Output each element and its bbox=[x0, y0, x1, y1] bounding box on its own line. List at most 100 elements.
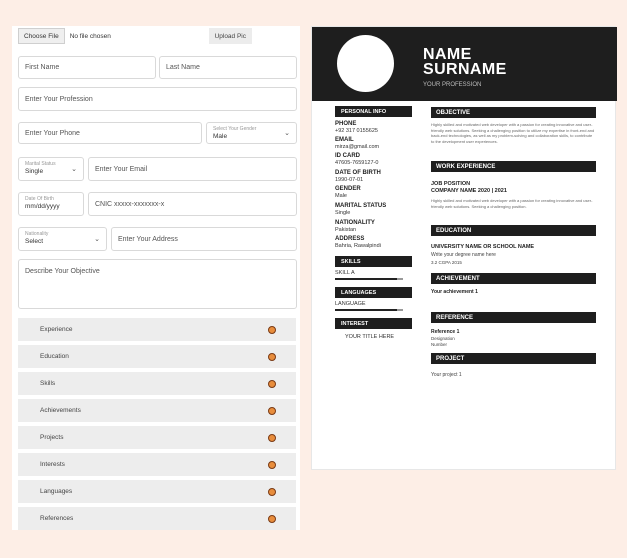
objective-heading: OBJECTIVE bbox=[431, 107, 596, 118]
university-name: UNIVERSITY NAME OR SCHOOL NAME bbox=[431, 244, 535, 250]
id-card-label: ID CARD bbox=[335, 153, 360, 159]
project-heading: PROJECT bbox=[431, 353, 596, 364]
nationality-caption: Nationality bbox=[25, 231, 49, 237]
radio-dot-icon bbox=[268, 352, 276, 361]
accordion-label: Skills bbox=[40, 380, 56, 387]
job-position: JOB POSITION bbox=[431, 181, 471, 187]
chevron-down-icon: ⌄ bbox=[71, 166, 77, 173]
dob-value: 1990-07-01 bbox=[335, 177, 364, 183]
marital-value: Single bbox=[25, 168, 44, 175]
email-value: mirza@gmail.com bbox=[335, 144, 380, 150]
radio-dot-icon bbox=[268, 325, 276, 334]
project-item: Your project 1 bbox=[431, 372, 462, 378]
work-experience-heading: WORK EXPERIENCE bbox=[431, 161, 596, 172]
language-item: LANGUAGE bbox=[335, 301, 366, 307]
nationality-label: NATIONALITY bbox=[335, 220, 375, 226]
accordion-education[interactable]: Education bbox=[18, 345, 296, 368]
radio-dot-icon bbox=[268, 406, 276, 415]
photo-upload-row: Choose File No file chosen Upload Pic bbox=[18, 28, 300, 44]
marital-value: Single bbox=[335, 210, 351, 216]
achievement-heading: ACHIEVEMENT bbox=[431, 273, 596, 284]
interest-item: YOUR TITLE HERE bbox=[345, 334, 395, 340]
profile-photo bbox=[337, 35, 394, 92]
file-status: No file chosen bbox=[69, 32, 111, 40]
upload-pic-button[interactable]: Upload Pic bbox=[208, 28, 252, 44]
nationality-value: Select bbox=[25, 238, 44, 245]
skill-bar bbox=[335, 278, 403, 280]
resume-header: NAME SURNAME YOUR PROFESSION bbox=[312, 27, 617, 101]
accordion-label: Languages bbox=[40, 488, 73, 495]
accordion-label: Projects bbox=[40, 434, 64, 441]
objective-text: Highly skilled and motivated web develop… bbox=[431, 122, 595, 144]
choose-file-button[interactable]: Choose File bbox=[18, 28, 65, 44]
cnic-input[interactable]: CNIC xxxxx-xxxxxxx-x bbox=[88, 192, 297, 216]
phone-label: PHONE bbox=[335, 121, 357, 127]
accordion-achievements[interactable]: Achievements bbox=[18, 399, 296, 422]
reference-designation: Designation bbox=[431, 336, 455, 341]
objective-textarea[interactable]: Describe Your Objective bbox=[18, 259, 297, 309]
resume-profession: YOUR PROFESSION bbox=[423, 82, 482, 88]
gender-select[interactable]: Select Your Gender Male ⌄ bbox=[206, 122, 297, 144]
languages-heading: LANGUAGES bbox=[335, 287, 412, 298]
accordion-label: Interests bbox=[40, 461, 65, 468]
company-name: COMPANY NAME 2020 | 2021 bbox=[431, 188, 507, 194]
accordion-label: Education bbox=[40, 353, 69, 360]
gender-label: GENDER bbox=[335, 186, 361, 192]
nationality-value: Pakistan bbox=[335, 227, 357, 233]
radio-dot-icon bbox=[268, 379, 276, 388]
accordion-label: Experience bbox=[40, 326, 73, 333]
chevron-down-icon: ⌄ bbox=[94, 236, 100, 243]
work-text: Highly skilled and motivated web develop… bbox=[431, 198, 593, 209]
accordion-skills[interactable]: Skills bbox=[18, 372, 296, 395]
name-line-1: NAME bbox=[423, 46, 472, 63]
skills-heading: SKILLS bbox=[335, 256, 412, 267]
radio-dot-icon bbox=[268, 433, 276, 442]
degree-name: Write your degree name here bbox=[431, 252, 496, 258]
accordion-interests[interactable]: Interests bbox=[18, 453, 296, 476]
dob-caption: Date Of Birth bbox=[25, 196, 54, 202]
cgpa: 3.2 CGPA 2015 bbox=[431, 260, 462, 265]
language-bar bbox=[335, 309, 403, 311]
dob-label: DATE OF BIRTH bbox=[335, 170, 381, 176]
name-line-2: SURNAME bbox=[423, 61, 507, 78]
phone-input[interactable]: Enter Your Phone bbox=[18, 122, 202, 144]
id-card-value: 47605-7659127-0 bbox=[335, 160, 379, 166]
resume-preview: NAME SURNAME YOUR PROFESSION PERSONAL IN… bbox=[311, 26, 617, 470]
interest-heading: INTEREST bbox=[335, 318, 412, 329]
radio-dot-icon bbox=[268, 514, 276, 523]
achievement-item: Your achievement 1 bbox=[431, 289, 478, 295]
marital-status-select[interactable]: Marital Status Single ⌄ bbox=[18, 157, 84, 181]
accordion-references[interactable]: References bbox=[18, 507, 296, 530]
marital-label: MARITAL STATUS bbox=[335, 203, 387, 209]
reference-name: Reference 1 bbox=[431, 329, 460, 335]
reference-heading: REFERENCE bbox=[431, 312, 596, 323]
skill-item: SKILL A bbox=[335, 270, 355, 276]
first-name-input[interactable]: First Name bbox=[18, 56, 156, 79]
phone-value: +92 317 0155625 bbox=[335, 128, 378, 134]
resume-form: Choose File No file chosen Upload Pic Fi… bbox=[12, 26, 300, 530]
nationality-select[interactable]: Nationality Select ⌄ bbox=[18, 227, 107, 251]
address-input[interactable]: Enter Your Address bbox=[111, 227, 297, 251]
gender-value: Male bbox=[213, 133, 228, 140]
marital-caption: Marital Status bbox=[25, 161, 56, 167]
radio-dot-icon bbox=[268, 487, 276, 496]
accordion-experience[interactable]: Experience bbox=[18, 318, 296, 341]
dob-input[interactable]: Date Of Birth mm/dd/yyyy bbox=[18, 192, 84, 216]
personal-info-heading: PERSONAL INFO bbox=[335, 106, 412, 117]
accordion-languages[interactable]: Languages bbox=[18, 480, 296, 503]
email-label: EMAIL bbox=[335, 137, 354, 143]
accordion-label: Achievements bbox=[40, 407, 81, 414]
gender-value: Male bbox=[335, 193, 347, 199]
email-input[interactable]: Enter Your Email bbox=[88, 157, 297, 181]
last-name-input[interactable]: Last Name bbox=[159, 56, 297, 79]
address-label: ADDRESS bbox=[335, 236, 365, 242]
radio-dot-icon bbox=[268, 460, 276, 469]
address-value: Bahria, Rawalpindi bbox=[335, 243, 381, 249]
resume-name: NAME SURNAME bbox=[423, 46, 507, 78]
dob-value: mm/dd/yyyy bbox=[25, 203, 60, 210]
reference-number: Number bbox=[431, 342, 448, 347]
chevron-down-icon: ⌄ bbox=[284, 130, 290, 137]
profession-input[interactable]: Enter Your Profession bbox=[18, 87, 297, 111]
gender-caption: Select Your Gender bbox=[213, 126, 257, 132]
accordion-projects[interactable]: Projects bbox=[18, 426, 296, 449]
